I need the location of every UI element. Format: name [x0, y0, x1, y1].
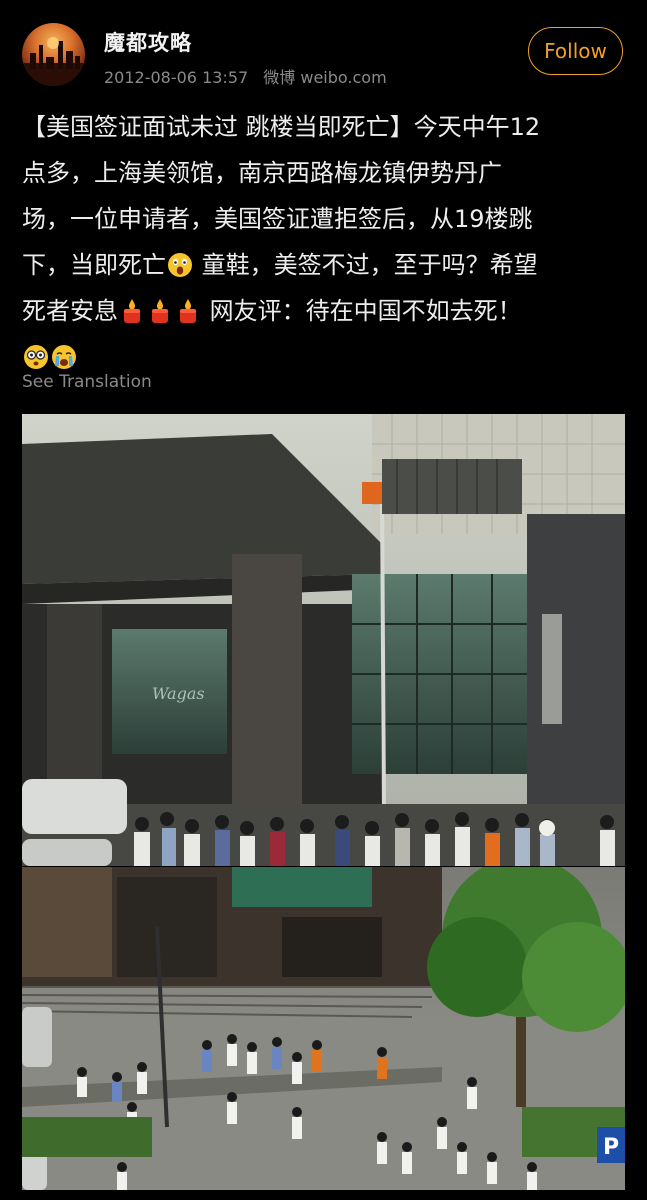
candle-emoji [152, 299, 168, 323]
follow-button[interactable]: Follow [528, 27, 623, 75]
post-text-segment: 童鞋，美签不过，至于吗？希望 [194, 251, 538, 279]
username[interactable]: 魔都攻略 [104, 27, 192, 57]
store-sign-text: Wagas [152, 684, 205, 703]
post-text-line-group: 下，当即死亡 童鞋，美签不过，至于吗？希望 [22, 242, 632, 288]
dizzy-face-emoji [24, 345, 48, 369]
candle-emoji [180, 299, 196, 323]
post-text-line-group: 死者安息 网友评：待在中国不如去死！ [22, 288, 632, 334]
crying-face-emoji [52, 345, 76, 369]
post-text-line: 点多，上海美领馆，南京西路梅龙镇伊势丹广 [22, 159, 502, 187]
parking-sign-text: P [603, 1135, 619, 1160]
post-text-segment: 死者安息 [22, 297, 118, 325]
post-source: 微博 weibo.com [263, 68, 387, 87]
post-text-segment: 下，当即死亡 [22, 251, 166, 279]
post-text-segment: 网友评：待在中国不如去死！ [202, 297, 522, 325]
shocked-face-emoji [168, 253, 192, 277]
post-text-line: 场，一位申请者，美国签证遭拒签后，从19楼跳 [22, 205, 533, 233]
post-body: 【美国签证面试未过 跳楼当即死亡】今天中午12 点多，上海美领馆，南京西路梅龙镇… [22, 104, 632, 380]
candle-emoji [124, 299, 140, 323]
user-avatar[interactable] [22, 23, 85, 86]
weibo-post: 魔都攻略 2012-08-06 13:57 微博 weibo.com Follo… [0, 0, 647, 1200]
post-meta: 2012-08-06 13:57 微博 weibo.com [104, 64, 397, 88]
see-translation-link[interactable]: See Translation [22, 372, 152, 392]
plaza-overhead-photo[interactable]: P [22, 867, 625, 1190]
post-timestamp: 2012-08-06 13:57 [104, 68, 249, 87]
post-text-line: 【美国签证面试未过 跳楼当即死亡】今天中午12 [22, 113, 541, 141]
building-entrance-photo[interactable]: Wagas [22, 414, 625, 866]
